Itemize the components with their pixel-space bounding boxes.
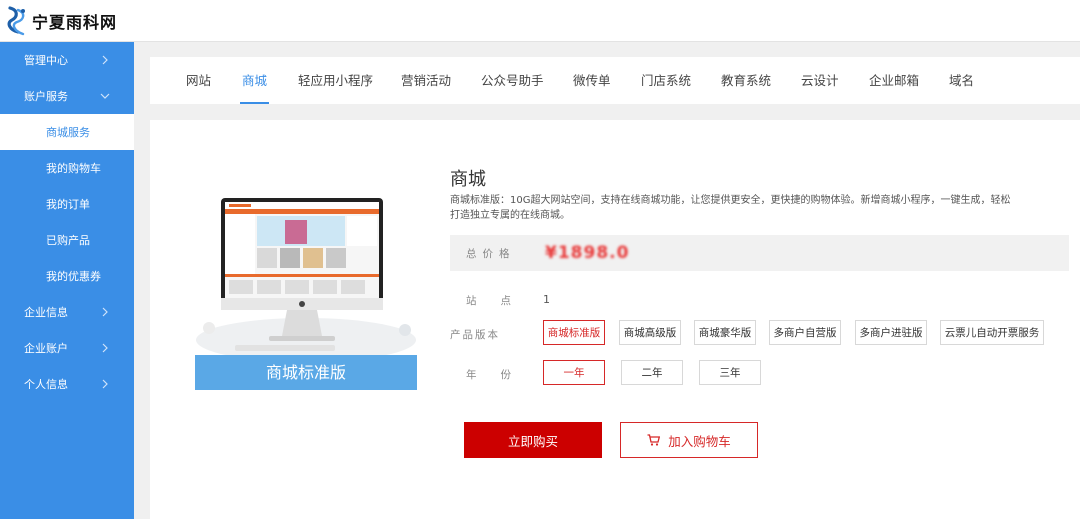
- tab-education-system[interactable]: 教育系统: [721, 57, 771, 104]
- sidebar-item-mall-services[interactable]: 商城服务: [0, 114, 134, 150]
- product-panel: 商城标准版 商城 商城标准版：10G超大网站空间，支持在线商城功能，让您提供更安…: [150, 120, 1080, 519]
- add-to-cart-button[interactable]: 加入购物车: [620, 422, 758, 458]
- tab-store-system[interactable]: 门店系统: [641, 57, 691, 104]
- tab-cloud-design[interactable]: 云设计: [801, 57, 839, 104]
- chevron-right-icon: [102, 307, 108, 317]
- version-option-multi-merchant-settled[interactable]: 多商户进驻版: [855, 320, 927, 345]
- product-tabs: 网站 商城 轻应用小程序 营销活动 公众号助手 微传单 门店系统 教育系统 云设…: [150, 57, 1080, 104]
- product-title: 商城: [450, 169, 486, 190]
- buy-now-label: 立即购买: [507, 433, 558, 449]
- tab-domain[interactable]: 域名: [949, 57, 974, 104]
- sidebar-item-label: 账户服务: [24, 90, 68, 103]
- version-option-multi-merchant-self[interactable]: 多商户自营版: [769, 320, 841, 345]
- sidebar-item-label: 企业信息: [24, 306, 68, 319]
- brand-name: 宁夏雨科网: [32, 13, 118, 32]
- version-option-standard[interactable]: 商城标准版: [543, 320, 605, 345]
- tab-marketing[interactable]: 营销活动: [401, 57, 451, 104]
- top-bar: 宁夏雨科网: [0, 0, 1080, 42]
- chevron-down-icon: [100, 93, 110, 99]
- version-option-deluxe[interactable]: 商城豪华版: [694, 320, 756, 345]
- chevron-right-icon: [102, 55, 108, 65]
- sidebar-item-company-info[interactable]: 企业信息: [0, 294, 134, 330]
- sidebar-item-label: 我的购物车: [46, 162, 101, 175]
- shopping-cart-icon: [647, 434, 661, 446]
- tab-mini-program[interactable]: 轻应用小程序: [298, 57, 373, 104]
- sidebar-item-personal-info[interactable]: 个人信息: [0, 366, 134, 402]
- product-image-caption: 商城标准版: [195, 355, 417, 390]
- year-option-one[interactable]: 一年: [543, 360, 605, 385]
- chevron-right-icon: [102, 343, 108, 353]
- tab-official-account-assistant[interactable]: 公众号助手: [481, 57, 544, 104]
- station-value: 1: [543, 293, 550, 306]
- sidebar-item-label: 我的优惠券: [46, 270, 101, 283]
- year-label: 年份: [466, 369, 535, 381]
- sidebar-item-purchased-products[interactable]: 已购产品: [0, 222, 134, 258]
- tab-mall[interactable]: 商城: [239, 57, 270, 104]
- logo-mark-icon: [7, 6, 25, 36]
- sidebar-item-account-services[interactable]: 账户服务: [0, 78, 134, 114]
- product-description: 商城标准版：10G超大网站空间，支持在线商城功能，让您提供更安全，更快捷的购物体…: [450, 195, 1011, 221]
- sidebar-item-label: 企业账户: [24, 342, 68, 355]
- chevron-right-icon: [102, 379, 108, 389]
- year-option-three[interactable]: 三年: [699, 360, 761, 385]
- sidebar-item-label: 个人信息: [24, 378, 68, 391]
- price-label: 总价格: [466, 248, 516, 260]
- sidebar-item-my-orders[interactable]: 我的订单: [0, 186, 134, 222]
- price-band: 总价格 ¥1898.0: [450, 235, 1069, 271]
- year-option-two[interactable]: 二年: [621, 360, 683, 385]
- price-value: ¥1898.0: [545, 243, 630, 263]
- tab-micro-flyer[interactable]: 微传单: [573, 57, 611, 104]
- version-option-auto-invoice[interactable]: 云票儿自动开票服务: [940, 320, 1044, 345]
- version-option-advanced[interactable]: 商城高级版: [619, 320, 681, 345]
- tab-enterprise-email[interactable]: 企业邮箱: [869, 57, 919, 104]
- station-label: 站点: [466, 295, 535, 307]
- sidebar-item-my-cart[interactable]: 我的购物车: [0, 150, 134, 186]
- sidebar-item-my-coupons[interactable]: 我的优惠券: [0, 258, 134, 294]
- add-to-cart-label: 加入购物车: [668, 433, 731, 449]
- tab-website[interactable]: 网站: [186, 57, 211, 104]
- buy-now-button[interactable]: 立即购买: [464, 422, 602, 458]
- sidebar-item-label: 已购产品: [46, 234, 90, 247]
- sidebar-item-management-center[interactable]: 管理中心: [0, 42, 134, 78]
- version-label: 产品版本: [450, 329, 500, 341]
- sidebar: 管理中心 账户服务 商城服务 我的购物车 我的订单 已购产品 我的优惠券 企业信…: [0, 42, 134, 519]
- sidebar-item-company-account[interactable]: 企业账户: [0, 330, 134, 366]
- sidebar-item-label: 商城服务: [46, 126, 90, 139]
- sidebar-item-label: 我的订单: [46, 198, 90, 211]
- sidebar-item-label: 管理中心: [24, 54, 68, 67]
- site-logo[interactable]: 宁夏雨科网: [4, 5, 117, 37]
